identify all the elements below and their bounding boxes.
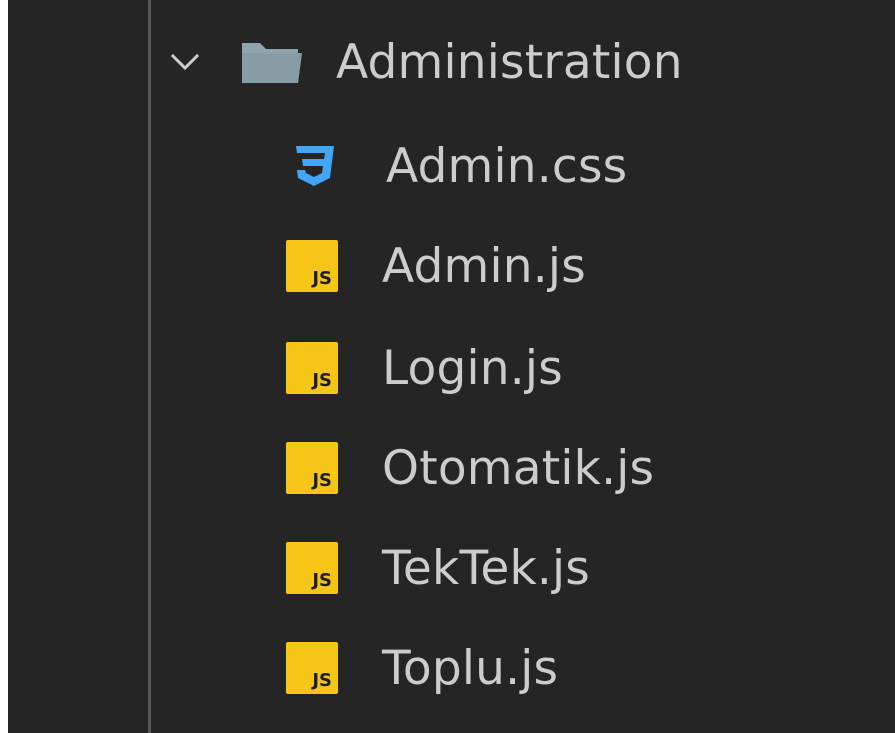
file-name: Admin.js — [382, 238, 586, 294]
js-badge-text: JS — [312, 570, 332, 591]
file-explorer-tree: Administration Admin.css JS Admin.js JS … — [8, 0, 895, 733]
js-file-icon: JS — [286, 240, 338, 292]
file-name: TekTek.js — [382, 540, 590, 596]
file-row-tektek-js[interactable]: JS TekTek.js — [8, 518, 895, 618]
folder-row-administration[interactable]: Administration — [8, 12, 895, 112]
css-file-icon — [296, 146, 334, 186]
file-name: Login.js — [382, 340, 563, 396]
file-row-otomatik-js[interactable]: JS Otomatik.js — [8, 418, 895, 518]
file-row-admin-js[interactable]: JS Admin.js — [8, 216, 895, 316]
folder-open-icon — [242, 43, 302, 83]
js-badge-text: JS — [312, 670, 332, 691]
js-file-icon: JS — [286, 442, 338, 494]
file-row-login-js[interactable]: JS Login.js — [8, 318, 895, 418]
js-badge-text: JS — [312, 370, 332, 391]
js-badge-text: JS — [312, 268, 332, 289]
file-row-admin-css[interactable]: Admin.css — [8, 116, 895, 216]
js-file-icon: JS — [286, 642, 338, 694]
file-name: Otomatik.js — [382, 440, 655, 496]
window-edge — [0, 0, 8, 733]
chevron-down-icon[interactable] — [168, 45, 202, 79]
file-name: Toplu.js — [382, 640, 559, 696]
js-file-icon: JS — [286, 342, 338, 394]
file-row-toplu-js[interactable]: JS Toplu.js — [8, 618, 895, 718]
file-name: Admin.css — [386, 138, 628, 194]
folder-name: Administration — [336, 34, 683, 90]
js-file-icon: JS — [286, 542, 338, 594]
js-badge-text: JS — [312, 470, 332, 491]
